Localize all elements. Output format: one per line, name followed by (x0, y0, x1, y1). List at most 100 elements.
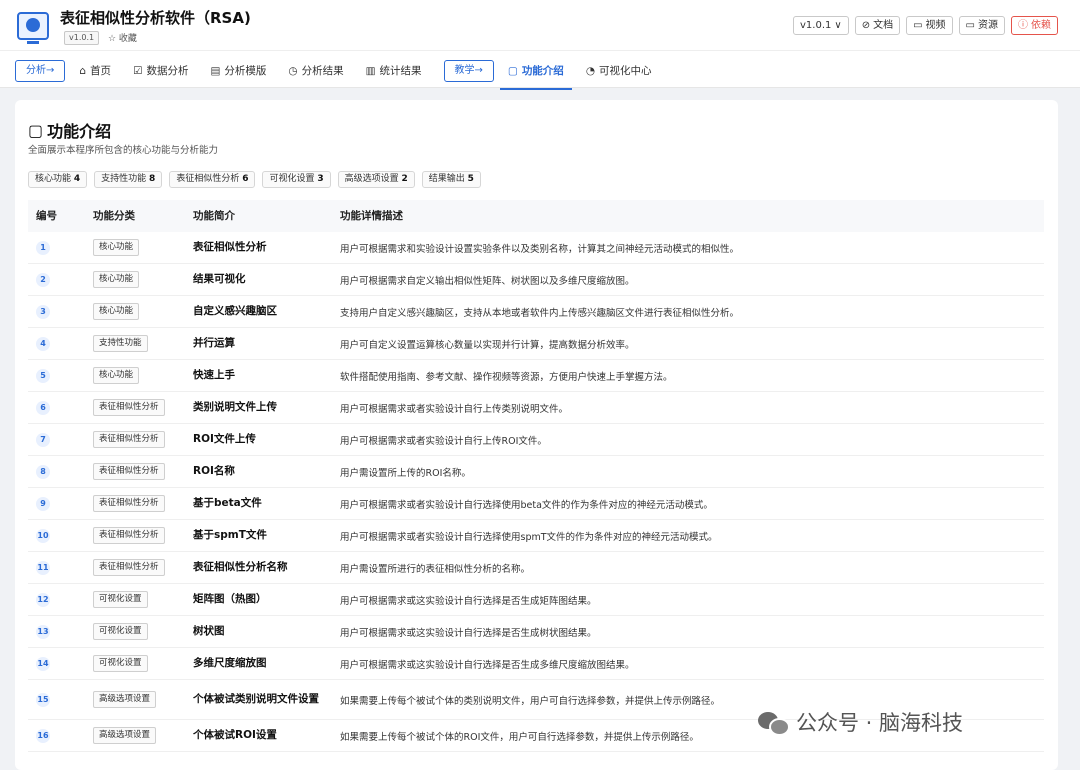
nav-visual-center-label: 可视化中心 (598, 65, 652, 77)
watermark: 公众号 · 脑海科技 (758, 707, 963, 737)
category-tag: 表征相似性分析 (93, 495, 165, 512)
header-category: 功能分类 (93, 210, 135, 222)
nav-data-analysis-label: 数据分析 (146, 65, 189, 77)
docs-label: 文档 (873, 20, 894, 31)
nav-analysis-template-label: 分析模版 (224, 65, 267, 77)
help-circle-icon: ⊘ (861, 20, 871, 31)
page-title: ▢ 功能介绍 (28, 118, 111, 142)
nav-visual-center[interactable]: ◔ 可视化中心 (586, 60, 652, 82)
category-tag: 可视化设置 (93, 591, 148, 608)
version-select-value: v1.0.1 (800, 20, 832, 31)
video-icon: ▭ (913, 20, 923, 31)
row-number: 5 (36, 368, 50, 383)
bar-chart-icon: ▥ (365, 65, 376, 77)
row-number: 12 (36, 592, 50, 607)
feature-name: 基于spmT文件 (193, 529, 267, 541)
table-row: 11 表征相似性分析 表征相似性分析名称 用户需设置所进行的表征相似性分析的名称。 (28, 552, 1044, 584)
wechat-icon (758, 710, 790, 736)
category-tag: 表征相似性分析 (93, 559, 165, 576)
dependencies-button[interactable]: ⓘ 依赖 (1011, 16, 1058, 35)
watermark-text: 公众号 · 脑海科技 (796, 711, 964, 735)
features-table: 编号 功能分类 功能简介 功能详情描述 1 核心功能 表征相似性分析 用户可根据需求和… (28, 200, 1044, 752)
teaching-nav-button[interactable]: 教学→ (443, 60, 494, 82)
folder-icon: ▭ (965, 20, 975, 31)
table-row: 7 表征相似性分析 ROI文件上传 用户可根据需求或者实验设计自行上传ROI文件。 (28, 424, 1044, 456)
feature-desc: 支持用户自定义感兴趣脑区，支持从本地或者软件内上传感兴趣脑区文件进行表征相似性分… (340, 307, 740, 319)
feature-name: ROI名称 (193, 465, 235, 477)
feature-desc: 用户可根据需求或这实验设计自行选择是否生成矩阵图结果。 (340, 595, 597, 607)
page-title-text: 功能介绍 (47, 122, 112, 141)
resources-label: 资源 (978, 20, 998, 31)
stat-badge-core: 核心功能 4 (28, 171, 88, 188)
table-body: 1 核心功能 表征相似性分析 用户可根据需求和实验设计设置实验条件以及类别名称，计算其… (28, 232, 1044, 752)
feature-name: 个体被试ROI设置 (193, 729, 277, 741)
feature-desc: 用户需设置所上传的ROI名称。 (340, 467, 471, 479)
nav-analysis-results[interactable]: ◷ 分析结果 (288, 60, 343, 82)
video-button[interactable]: ▭ 视频 (906, 16, 953, 35)
nav-home[interactable]: ⌂ 首页 (79, 60, 111, 82)
features-card: ▢ 功能介绍 全面展示本程序所包含的核心功能与分析能力 核心功能 4 支持性功能… (15, 100, 1058, 770)
feature-name: 基于beta文件 (193, 497, 262, 509)
stat-badge-support: 支持性功能 8 (94, 171, 163, 188)
chevron-down-icon: ∨ (834, 20, 842, 31)
category-tag: 表征相似性分析 (93, 463, 165, 480)
feature-name: 树状图 (193, 625, 225, 637)
favorite-button[interactable]: ☆ 收藏 (108, 31, 137, 44)
row-number: 11 (36, 560, 50, 575)
category-tag: 核心功能 (93, 271, 140, 288)
feature-name: 多维尺度缩放图 (193, 657, 267, 669)
category-tag: 支持性功能 (93, 335, 148, 352)
feature-name: 类别说明文件上传 (193, 401, 277, 413)
feature-name: 个体被试类别说明文件设置 (193, 693, 319, 705)
docs-button[interactable]: ⊘ 文档 (854, 16, 901, 35)
row-number: 1 (36, 240, 50, 255)
feature-name: 结果可视化 (193, 273, 246, 285)
table-row: 9 表征相似性分析 基于beta文件 用户可根据需求或者实验设计自行选择使用beta文… (28, 488, 1044, 520)
header-desc: 功能详情描述 (340, 210, 403, 222)
nav-analysis-results-label: 分析结果 (301, 65, 344, 77)
category-tag: 表征相似性分析 (93, 431, 165, 448)
table-row: 8 表征相似性分析 ROI名称 用户需设置所上传的ROI名称。 (28, 456, 1044, 488)
stat-badge-output: 结果输出 5 (421, 171, 481, 188)
nav-data-analysis[interactable]: ☑ 数据分析 (133, 60, 188, 82)
feature-name: 矩阵图（热图） (193, 593, 267, 605)
video-label: 视频 (925, 20, 946, 31)
feature-desc: 用户可根据需求或者实验设计自行上传类别说明文件。 (340, 403, 569, 415)
table-row: 1 核心功能 表征相似性分析 用户可根据需求和实验设计设置实验条件以及类别名称，计算其… (28, 232, 1044, 264)
nav-analysis-template[interactable]: ▤ 分析模版 (210, 60, 266, 82)
table-row: 5 核心功能 快速上手 软件搭配使用指南、参考文献、操作视频等资源，方便用户快速上手掌… (28, 360, 1044, 392)
row-number: 8 (36, 464, 50, 479)
app-header: 表征相似性分析软件（RSA) v1.0.1 ☆ 收藏 v1.0.1 ∨ ⊘ 文档… (0, 0, 1080, 50)
row-number: 15 (36, 692, 50, 707)
table-row: 3 核心功能 自定义感兴趣脑区 支持用户自定义感兴趣脑区，支持从本地或者软件内上传感兴… (28, 296, 1044, 328)
feature-name: ROI文件上传 (193, 433, 256, 445)
category-tag: 表征相似性分析 (93, 527, 165, 544)
version-tag: v1.0.1 (64, 31, 100, 45)
analysis-nav-button[interactable]: 分析→ (15, 60, 66, 82)
nav-stat-results[interactable]: ▥ 统计结果 (366, 60, 422, 82)
feature-name: 快速上手 (193, 369, 235, 381)
nav-home-label: 首页 (90, 65, 112, 77)
row-number: 2 (36, 272, 50, 287)
row-number: 9 (36, 496, 50, 511)
category-tag: 核心功能 (93, 303, 140, 320)
resources-button[interactable]: ▭ 资源 (958, 16, 1005, 35)
category-tag: 可视化设置 (93, 655, 148, 672)
nav-features[interactable]: ▢ 功能介绍 (499, 60, 572, 90)
page-subtitle: 全面展示本程序所包含的核心功能与分析能力 (28, 145, 219, 156)
feature-name: 自定义感兴趣脑区 (193, 305, 277, 317)
table-row: 10 表征相似性分析 基于spmT文件 用户可根据需求或者实验设计自行选择使用spmT… (28, 520, 1044, 552)
header-no: 编号 (36, 210, 57, 222)
file-icon: ▤ (210, 65, 221, 77)
category-tag: 高级选项设置 (93, 691, 157, 708)
version-select[interactable]: v1.0.1 ∨ (793, 16, 849, 35)
alert-icon: ⓘ (1018, 20, 1028, 31)
feature-desc: 如果需要上传每个被试个体的ROI文件，用户可自行选择参数，并提供上传示例路径。 (340, 731, 699, 743)
category-tag: 核心功能 (93, 239, 140, 256)
table-row: 14 可视化设置 多维尺度缩放图 用户可根据需求或这实验设计自行选择是否生成多维尺度缩… (28, 648, 1044, 680)
app-title: 表征相似性分析软件（RSA) (60, 9, 251, 27)
category-tag: 高级选项设置 (93, 727, 157, 744)
row-number: 3 (36, 304, 50, 319)
home-icon: ⌂ (79, 65, 87, 77)
pie-chart-icon: ◔ (585, 65, 595, 77)
